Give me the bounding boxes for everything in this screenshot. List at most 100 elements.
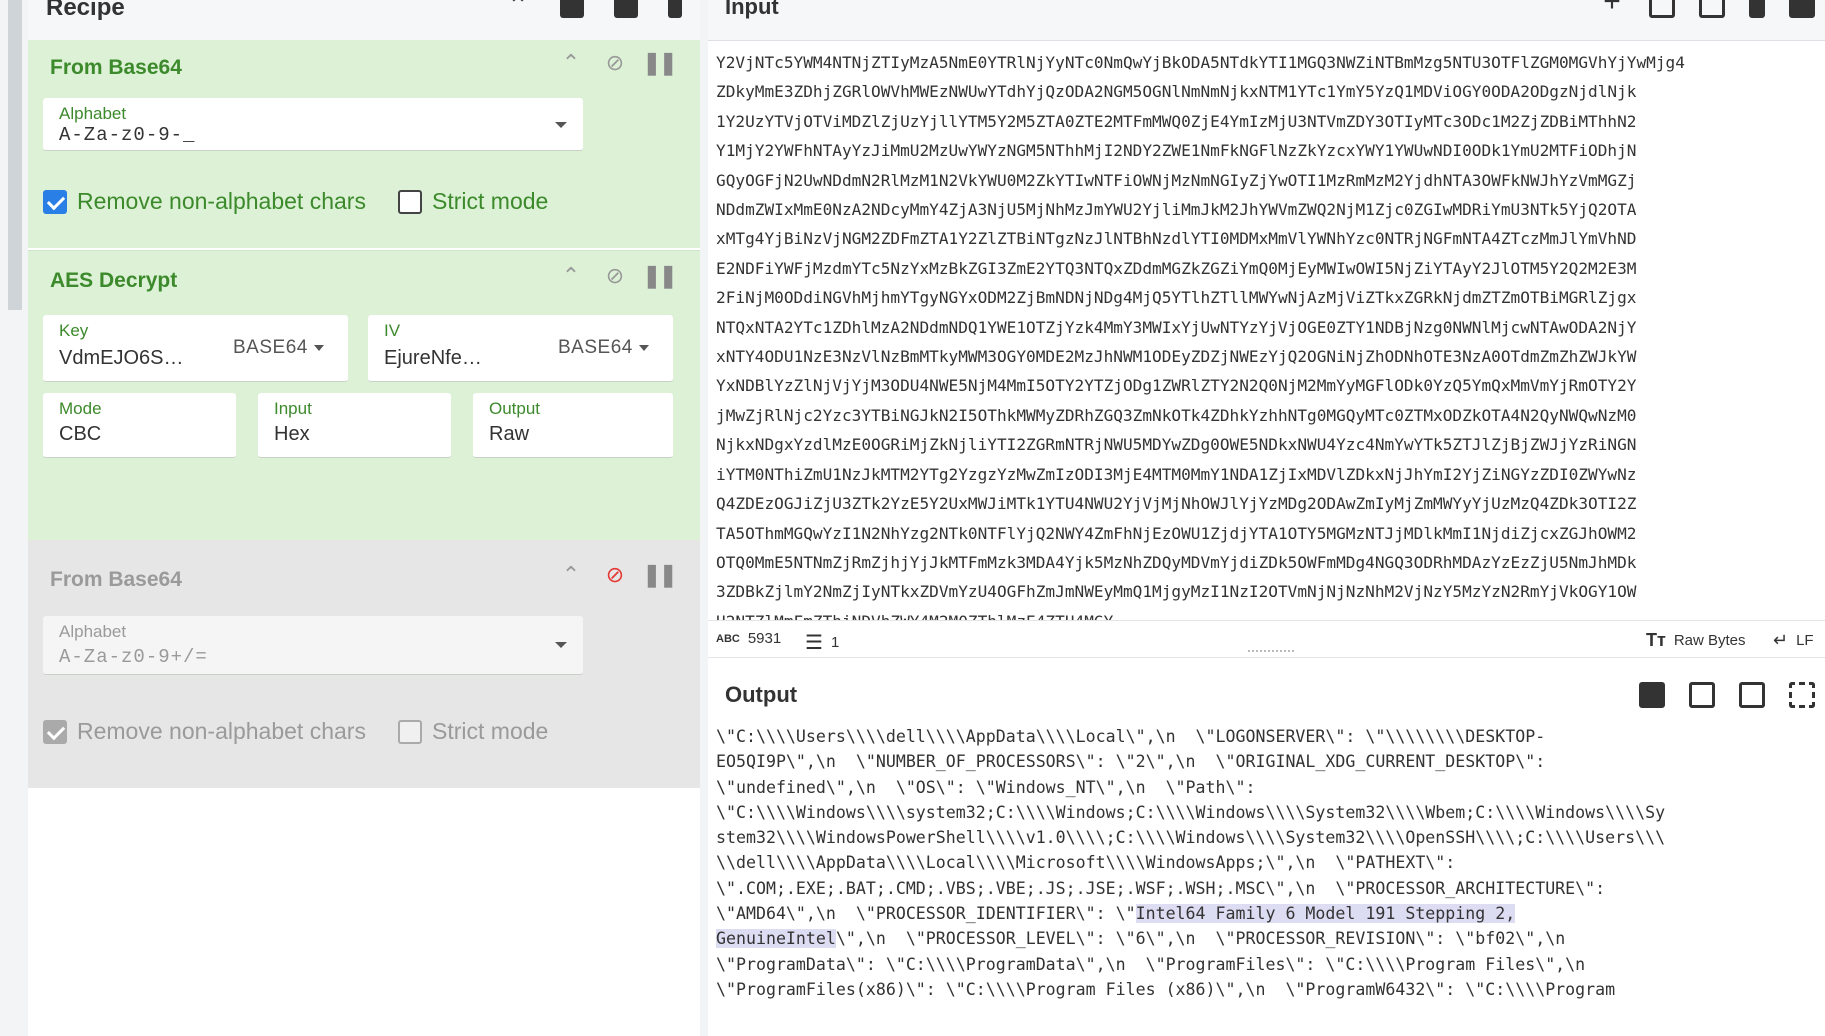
input-line: Y1MjY2YWFhNTAyYzJiMmU2MzUwYWYzNGM5NThhMj…	[716, 141, 1637, 161]
output-title: Output	[725, 682, 798, 707]
input-line: 1Y2UzYTVjOTViMDZlZjUzYjllYTM5Y2M5ZTA0ZTE…	[716, 111, 1637, 131]
input-line: iYTM0NThiZmU1NzJkMTM2YTg2YzgzYzMwZmIzODI…	[716, 464, 1637, 484]
breakpoint-icon[interactable]: ❚❚	[643, 263, 678, 289]
alphabet-select[interactable]: Alphabet A-Za-z0-9+/=	[43, 616, 583, 675]
replace-input-icon[interactable]	[1739, 682, 1765, 708]
input-line: GQyOGFjN2UwNDdmN2RlMzM1N2VkYWU0M2ZkYTIwN…	[716, 170, 1637, 190]
checkbox-unchecked-icon[interactable]	[398, 189, 422, 214]
key-field[interactable]: Key VdmEJO6S… BASE64	[43, 315, 348, 382]
copy-output-icon[interactable]	[1689, 682, 1715, 708]
chevron-up-icon[interactable]: ⌃	[558, 263, 584, 289]
iv-encoding: BASE64	[558, 337, 633, 358]
resize-grip[interactable]	[1248, 650, 1294, 656]
key-label: Key	[59, 321, 89, 340]
recipe-panel: Recipe ⌃ From Base64 ⌃ ⊘ ❚❚ Alphabet A-Z…	[28, 0, 701, 1036]
input-line: 2FiNjM0ODdiNGVhMjhmYTgyNGYxODM2ZjBmNDNjN…	[716, 288, 1637, 308]
input-line: YxNDBlYzZlNjVjYjM3ODU4NWE5NjM4MmI5OTY2YT…	[716, 376, 1637, 396]
iv-field[interactable]: IV EjureNfe… BASE64	[368, 315, 673, 382]
left-scrollbar[interactable]	[8, 0, 22, 310]
panel-divider[interactable]	[700, 0, 708, 1036]
load-recipe-icon[interactable]	[614, 0, 638, 18]
recipe-title: Recipe	[46, 0, 125, 21]
disable-icon[interactable]: ⊘	[602, 50, 628, 76]
layout-icon[interactable]	[1789, 0, 1815, 18]
operation-from-base64-disabled: From Base64 ⌃ ⊘ ❚❚ Alphabet A-Za-z0-9+/=…	[28, 540, 700, 788]
remove-non-alphabet-checkbox[interactable]: Remove non-alphabet chars	[43, 188, 366, 215]
mode-select[interactable]: Mode CBC	[43, 393, 236, 458]
line-count-icon: ☰	[805, 632, 823, 654]
disable-icon[interactable]: ⊘	[602, 562, 628, 588]
output-text-after: \",\n \"PROCESSOR_LEVEL\": \"6\",\n \"PR…	[716, 929, 1616, 999]
left-panel-edge	[0, 0, 29, 1036]
char-count: 5931	[747, 630, 782, 647]
add-tab-icon[interactable]: +	[1599, 0, 1625, 18]
alphabet-label: Alphabet	[59, 622, 127, 641]
format-label: Raw Bytes	[1673, 632, 1746, 649]
alphabet-label: Alphabet	[59, 104, 127, 123]
newline-icon: ↵	[1773, 630, 1789, 650]
input-line: xMTg4YjBiNzVjNGM2ZDFmZTA1Y2ZlZTBiNTgzNzJ…	[716, 229, 1637, 249]
input-format-label: Input	[274, 399, 312, 418]
input-line: xNTY4ODU1NzE3NzVlNzBmMTkyMWM3OGY0MDE2MzJ…	[716, 347, 1637, 367]
save-output-icon[interactable]	[1639, 682, 1665, 708]
strict-mode-checkbox[interactable]: Strict mode	[398, 718, 548, 745]
operation-title: From Base64	[50, 568, 182, 591]
iv-label: IV	[384, 321, 401, 340]
chevron-up-icon[interactable]: ⌃	[558, 562, 584, 588]
clear-recipe-icon[interactable]	[668, 0, 682, 18]
char-count-icon: ABC	[716, 632, 740, 645]
strict-mode-checkbox[interactable]: Strict mode	[398, 188, 548, 215]
strict-mode-label: Strict mode	[432, 188, 549, 214]
operation-title: From Base64	[50, 56, 182, 79]
remove-non-alphabet-label: Remove non-alphabet chars	[77, 718, 366, 744]
open-file-icon[interactable]	[1699, 0, 1725, 18]
key-encoding-dropdown[interactable]: BASE64	[233, 337, 324, 359]
chevron-down-icon	[555, 122, 567, 128]
checkbox-unchecked-icon[interactable]	[398, 719, 422, 744]
disable-icon[interactable]: ⊘	[602, 263, 628, 289]
input-format-button[interactable]: Tт Raw Bytes	[1646, 630, 1746, 651]
key-value: VdmEJO6S…	[59, 347, 184, 369]
output-format-label: Output	[489, 399, 541, 418]
caret-down-icon	[638, 344, 649, 351]
output-format-select[interactable]: Output Raw	[473, 393, 673, 458]
caret-down-icon	[313, 344, 324, 351]
recipe-header: Recipe ⌃	[28, 0, 700, 41]
operation-from-base64: From Base64 ⌃ ⊘ ❚❚ Alphabet A-Za-z0-9-_ …	[28, 40, 700, 248]
alphabet-select[interactable]: Alphabet A-Za-z0-9-_	[43, 98, 583, 151]
input-line: Q4ZDEzOGJiZjU3ZTk2YzE5Y2UxMWJiMTk1YTU4NW…	[716, 494, 1637, 514]
delete-icon[interactable]	[1749, 0, 1765, 18]
input-textarea[interactable]: Y2VjNTc5YWM4NTNjZTIyMzA5NmE0YTRlNjYyNTc0…	[716, 48, 1685, 636]
input-line: NTQxNTA2YTc1ZDhlMzA2NDdmNDQ1YWE1OTZjYzk4…	[716, 317, 1637, 337]
line-count: 1	[830, 634, 840, 651]
operation-aes-decrypt: AES Decrypt ⌃ ⊘ ❚❚ Key VdmEJO6S… BASE64 …	[28, 250, 700, 541]
input-format-value: Hex	[274, 423, 310, 445]
input-line: OTQ0MmE5NTNmZjRmZjhjYjJkMTFmMzk3MDA4Yjk5…	[716, 552, 1637, 572]
iv-value: EjureNfe…	[384, 347, 482, 369]
checkbox-checked-icon[interactable]	[43, 719, 67, 744]
output-format-value: Raw	[489, 423, 530, 445]
chevron-up-icon[interactable]: ⌃	[558, 50, 584, 76]
alphabet-value: A-Za-z0-9+/=	[59, 646, 208, 668]
collapse-all-icon[interactable]: ⌃	[506, 0, 530, 18]
input-line: Y2VjNTc5YWM4NTNjZTIyMzA5NmE0YTRlNjYyNTc0…	[716, 53, 1685, 72]
mode-label: Mode	[59, 399, 102, 418]
input-line: NDdmZWIxMmE0NzA2NDcyMmY4ZjA3NjU5MjNhMzJm…	[716, 200, 1637, 220]
checkbox-checked-icon[interactable]	[43, 189, 67, 214]
input-title: Input	[725, 0, 779, 19]
breakpoint-icon[interactable]: ❚❚	[643, 562, 678, 588]
open-folder-icon[interactable]	[1649, 0, 1675, 18]
remove-non-alphabet-checkbox[interactable]: Remove non-alphabet chars	[43, 718, 366, 745]
save-recipe-icon[interactable]	[560, 0, 584, 18]
input-format-select[interactable]: Input Hex	[258, 393, 451, 458]
output-text[interactable]: \"C:\\\\Users\\\\dell\\\\AppData\\\\Loca…	[716, 724, 1665, 1036]
input-line: TA5OThmMGQwYzI1N2NhYzg2NTk0NTFlYjQ2NWY4Z…	[716, 523, 1637, 543]
breakpoint-icon[interactable]: ❚❚	[643, 50, 678, 76]
eol-label: LF	[1796, 632, 1814, 649]
iv-encoding-dropdown[interactable]: BASE64	[558, 337, 649, 359]
eol-button[interactable]: ↵ LF	[1773, 630, 1814, 651]
remove-non-alphabet-label: Remove non-alphabet chars	[77, 188, 366, 214]
maximize-icon[interactable]	[1789, 682, 1815, 708]
input-line: NjkxNDgxYzdlMzE0OGRiMjZkNjliYTI2ZGRmNTRj…	[716, 435, 1637, 455]
mode-value: CBC	[59, 423, 102, 445]
